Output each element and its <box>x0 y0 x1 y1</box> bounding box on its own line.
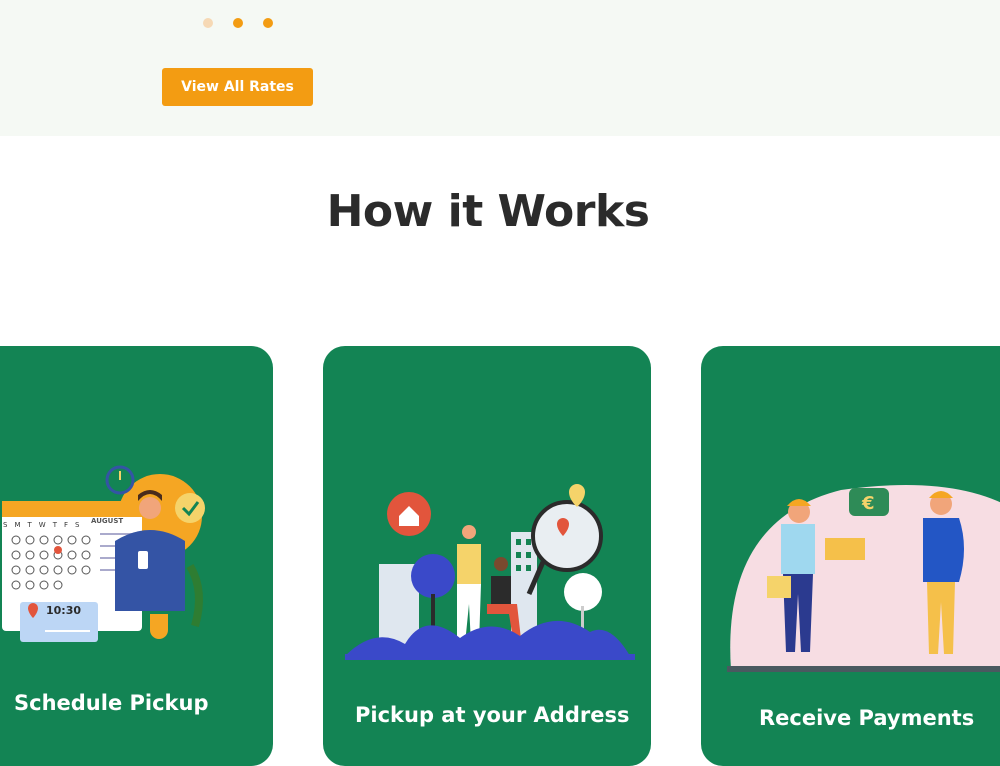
map-location-pickup-illustration <box>345 484 635 660</box>
step-card-pickup-address[interactable]: Pickup at your Address <box>323 346 651 766</box>
currency-symbol: € <box>861 493 875 514</box>
carousel-dot-3[interactable] <box>263 18 273 28</box>
step-label: Schedule Pickup <box>14 691 209 715</box>
calendar-weekday: S <box>75 521 80 529</box>
carousel-dot-2[interactable] <box>233 18 243 28</box>
step-label: Receive Payments <box>759 706 975 730</box>
step-card-receive-payments[interactable]: € Receive Payments <box>701 346 1000 766</box>
step-card-schedule-pickup[interactable]: AUGUST S M T W T F S 10:30 Schedule Pick… <box>0 346 273 766</box>
calendar-weekday: S <box>3 521 8 529</box>
carousel-band: View All Rates <box>0 0 1000 136</box>
courier-payment-illustration: € <box>727 485 1000 672</box>
calendar-weekday: W <box>38 521 46 529</box>
calendar-weekday: F <box>63 521 69 529</box>
clock-time: 10:30 <box>46 604 82 617</box>
calendar-weekdays: S M T W T F S <box>3 521 79 529</box>
calendar-month: AUGUST <box>91 517 124 525</box>
carousel-dot-1[interactable] <box>203 18 213 28</box>
calendar-weekday: T <box>52 521 57 529</box>
step-label: Pickup at your Address <box>355 703 630 727</box>
calendar-weekday: M <box>14 521 21 529</box>
calendar-scheduling-illustration <box>2 465 205 642</box>
carousel-dots <box>203 18 273 28</box>
calendar-weekday: T <box>27 521 32 529</box>
view-all-rates-button[interactable]: View All Rates <box>162 68 313 106</box>
section-title: How it Works <box>326 186 650 237</box>
